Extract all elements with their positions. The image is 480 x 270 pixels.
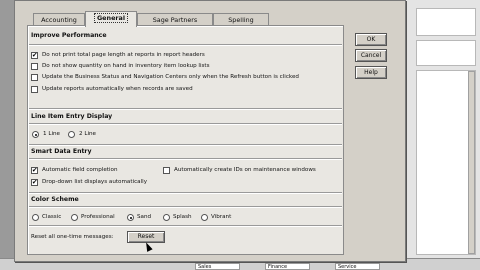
ok-button[interactable]: OK xyxy=(355,33,387,46)
background-window xyxy=(405,0,480,270)
radio-professional[interactable] xyxy=(71,214,78,221)
help-button[interactable]: Help xyxy=(355,66,387,79)
radio-vibrant[interactable] xyxy=(201,214,208,221)
background-scrollbar[interactable] xyxy=(468,71,475,254)
checkbox-update-business-status[interactable] xyxy=(31,74,38,81)
checkbox-no-print-page-length[interactable] xyxy=(31,51,38,59)
divider xyxy=(29,206,342,208)
background-column-sales: Sales xyxy=(195,263,240,270)
checkbox-automatic-field-completion[interactable] xyxy=(31,166,38,174)
tab-general[interactable]: General xyxy=(85,11,137,27)
radio-splash[interactable] xyxy=(163,214,170,221)
checkbox-automatically-create-ids[interactable] xyxy=(163,167,170,174)
divider xyxy=(29,225,342,227)
checkbox-label: Update reports automatically when record… xyxy=(42,86,193,92)
divider xyxy=(29,123,342,125)
divider xyxy=(29,108,342,110)
background-panel xyxy=(416,8,476,36)
checkbox-dropdown-list-automatically[interactable] xyxy=(31,178,38,186)
background-panel xyxy=(416,40,476,66)
radio-label: Professional xyxy=(81,214,115,220)
background-column-finance: Finance xyxy=(265,263,310,270)
divider xyxy=(29,44,342,46)
checkbox-label: Update the Business Status and Navigatio… xyxy=(42,74,299,80)
radio-label: 1 Line xyxy=(43,131,60,137)
divider xyxy=(29,158,342,160)
smart-data-entry-title: Smart Data Entry xyxy=(31,148,92,155)
divider xyxy=(29,192,342,194)
radio-label: Sand xyxy=(137,214,152,220)
radio-label: Splash xyxy=(173,214,192,220)
radio-label: Vibrant xyxy=(211,214,232,220)
checkbox-label: Do not show quantity on hand in inventor… xyxy=(42,63,210,69)
background-column-service: Service xyxy=(335,263,380,270)
reset-messages-label: Reset all one-time messages: xyxy=(31,234,114,240)
background-list xyxy=(416,70,476,255)
divider xyxy=(29,144,342,146)
improve-performance-title: Improve Performance xyxy=(31,32,107,39)
checkbox-label: Drop-down list displays automatically xyxy=(42,179,148,185)
cancel-button[interactable]: Cancel xyxy=(355,49,387,62)
line-item-entry-title: Line Item Entry Display xyxy=(31,113,113,120)
color-scheme-title: Color Scheme xyxy=(31,196,79,203)
radio-label: Classic xyxy=(42,214,62,220)
radio-sand[interactable] xyxy=(127,214,134,221)
radio-classic[interactable] xyxy=(32,214,39,221)
checkbox-label: Automatically create IDs on maintenance … xyxy=(174,167,316,173)
radio-2-line[interactable] xyxy=(68,131,75,138)
radio-label: 2 Line xyxy=(79,131,96,137)
checkbox-no-quantity-on-hand[interactable] xyxy=(31,63,38,70)
checkbox-label: Do not print total page length at report… xyxy=(42,52,205,58)
checkbox-update-reports-automatically[interactable] xyxy=(31,86,38,93)
checkbox-label: Automatic field completion xyxy=(42,167,118,173)
radio-1-line[interactable] xyxy=(32,131,39,138)
